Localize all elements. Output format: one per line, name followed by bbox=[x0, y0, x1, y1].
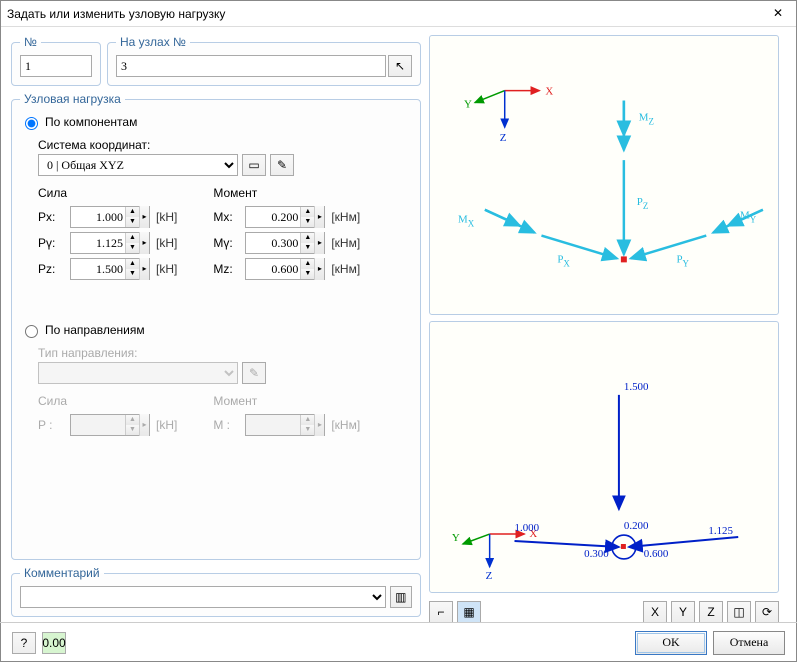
svg-text:1.125: 1.125 bbox=[708, 525, 733, 537]
on-nodes-fieldset: На узлах № ↖ bbox=[107, 35, 421, 86]
units-icon[interactable]: 0.00 bbox=[42, 632, 66, 654]
view-refresh-icon[interactable]: ⟳ bbox=[755, 601, 779, 623]
direction-type-select bbox=[38, 362, 238, 384]
view-grid-icon[interactable]: ▦ bbox=[457, 601, 481, 623]
window-title: Задать или изменить узловую нагрузку bbox=[7, 7, 766, 21]
mx-input[interactable]: ▲▼▸ bbox=[245, 206, 325, 228]
mz-input[interactable]: ▲▼▸ bbox=[245, 258, 325, 280]
on-nodes-legend: На узлах № bbox=[116, 35, 190, 49]
new-coord-icon[interactable]: ▭ bbox=[242, 154, 266, 176]
svg-text:1.000: 1.000 bbox=[515, 522, 540, 534]
coord-system-label: Система координат: bbox=[38, 138, 412, 152]
svg-text:Y: Y bbox=[452, 532, 460, 544]
dm-label: M : bbox=[213, 418, 239, 432]
comment-legend: Комментарий bbox=[20, 566, 104, 580]
titlebar: Задать или изменить узловую нагрузку ✕ bbox=[1, 1, 796, 27]
px-input[interactable]: ▲▼▸ bbox=[70, 206, 150, 228]
svg-text:PY: PY bbox=[676, 253, 689, 268]
nodal-load-fieldset: Узловая нагрузка По компонентам Система … bbox=[11, 92, 421, 560]
number-legend: № bbox=[20, 35, 41, 49]
view-iso-icon[interactable]: ◫ bbox=[727, 601, 751, 623]
svg-text:0.200: 0.200 bbox=[624, 520, 649, 532]
view-z-icon[interactable]: Z bbox=[699, 601, 723, 623]
py-label: Pү: bbox=[38, 236, 64, 250]
svg-text:X: X bbox=[545, 86, 553, 98]
dir-force-header: Сила bbox=[38, 394, 177, 408]
view-axes-icon[interactable]: ⌐ bbox=[429, 601, 453, 623]
ok-button[interactable]: OK bbox=[635, 631, 707, 655]
dm-input: ▲▼▸ bbox=[245, 414, 325, 436]
dp-input: ▲▼▸ bbox=[70, 414, 150, 436]
mz-label: Mz: bbox=[213, 262, 239, 276]
coord-system-select[interactable]: 0 | Общая XYZ bbox=[38, 154, 238, 176]
preview-values: 1.500 X Y Z 1.000 1.125 0.200 bbox=[429, 321, 779, 593]
svg-text:Y: Y bbox=[464, 98, 472, 110]
moment-header: Момент bbox=[213, 186, 360, 200]
my-label: Mү: bbox=[213, 236, 239, 250]
direction-type-label: Тип направления: bbox=[38, 346, 412, 360]
mx-label: Mх: bbox=[213, 210, 239, 224]
mx-unit: [кНм] bbox=[331, 210, 360, 224]
on-nodes-input[interactable] bbox=[116, 55, 386, 77]
svg-text:MY: MY bbox=[740, 210, 757, 225]
dp-label: P : bbox=[38, 418, 64, 432]
edit-coord-icon[interactable]: ✎ bbox=[270, 154, 294, 176]
pick-node-icon[interactable]: ↖ bbox=[388, 55, 412, 77]
number-input[interactable] bbox=[20, 55, 92, 77]
svg-text:0.600: 0.600 bbox=[644, 548, 669, 560]
help-icon[interactable]: ? bbox=[12, 632, 36, 654]
preview-schematic: X Y Z MZ PZ MX PX bbox=[429, 35, 779, 315]
radio-by-components-label: По компонентам bbox=[45, 115, 137, 129]
dp-unit: [kH] bbox=[156, 418, 177, 432]
svg-text:0.300: 0.300 bbox=[584, 548, 609, 560]
svg-text:Z: Z bbox=[486, 570, 493, 582]
radio-by-components[interactable] bbox=[25, 117, 38, 130]
svg-text:1.500: 1.500 bbox=[624, 381, 649, 393]
nodal-load-legend: Узловая нагрузка bbox=[20, 92, 125, 106]
comment-fieldset: Комментарий ▥ bbox=[11, 566, 421, 617]
pz-label: Pz: bbox=[38, 262, 64, 276]
my-unit: [кНм] bbox=[331, 236, 360, 250]
radio-by-directions-label: По направлениям bbox=[45, 323, 145, 337]
number-fieldset: № bbox=[11, 35, 101, 86]
my-input[interactable]: ▲▼▸ bbox=[245, 232, 325, 254]
svg-text:PX: PX bbox=[557, 253, 570, 268]
dialog-footer: ? 0.00 OK Отмена bbox=[0, 622, 797, 662]
svg-text:MX: MX bbox=[458, 214, 475, 229]
px-label: Pх: bbox=[38, 210, 64, 224]
svg-text:Z: Z bbox=[500, 132, 507, 144]
view-y-icon[interactable]: Y bbox=[671, 601, 695, 623]
svg-text:PZ: PZ bbox=[637, 196, 649, 211]
view-x-icon[interactable]: X bbox=[643, 601, 667, 623]
dm-unit: [кНм] bbox=[331, 418, 360, 432]
close-icon[interactable]: ✕ bbox=[766, 5, 790, 23]
svg-text:MZ: MZ bbox=[639, 111, 654, 126]
pz-unit: [kH] bbox=[156, 262, 177, 276]
force-header: Сила bbox=[38, 186, 177, 200]
preview-toolbar: ⌐ ▦ X Y Z ◫ ⟳ bbox=[429, 601, 779, 623]
pz-input[interactable]: ▲▼▸ bbox=[70, 258, 150, 280]
px-unit: [kH] bbox=[156, 210, 177, 224]
cancel-button[interactable]: Отмена bbox=[713, 631, 785, 655]
py-unit: [kH] bbox=[156, 236, 177, 250]
dir-moment-header: Момент bbox=[213, 394, 360, 408]
direction-edit-icon: ✎ bbox=[242, 362, 266, 384]
mz-unit: [кНм] bbox=[331, 262, 360, 276]
py-input[interactable]: ▲▼▸ bbox=[70, 232, 150, 254]
comment-library-icon[interactable]: ▥ bbox=[390, 586, 412, 608]
comment-input[interactable] bbox=[20, 586, 386, 608]
radio-by-directions[interactable] bbox=[25, 325, 38, 338]
